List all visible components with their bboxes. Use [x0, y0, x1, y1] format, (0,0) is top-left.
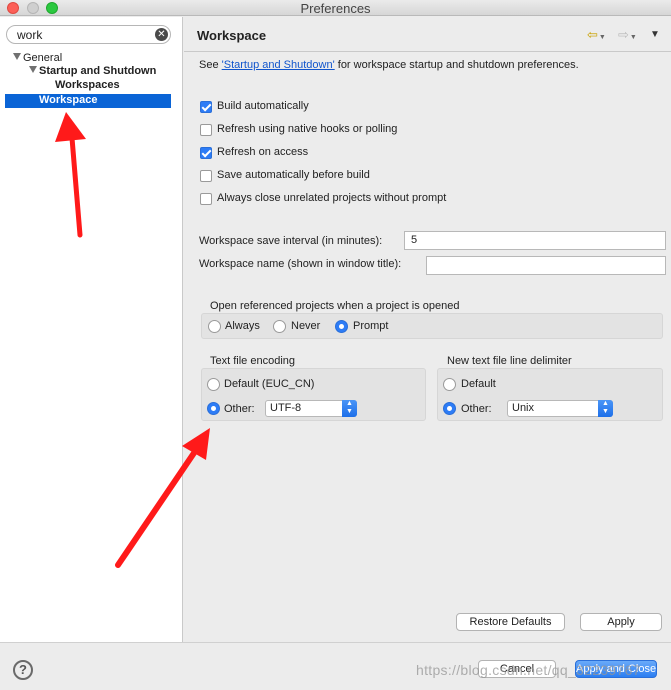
tree-item-label: Workspaces	[55, 79, 120, 91]
chevron-down-icon[interactable]: ▲ ▼	[598, 400, 613, 417]
page-header: Workspace ⇦▼ ⇨▼ ▼	[184, 17, 671, 52]
tree-item-label: Workspace	[39, 94, 98, 106]
refresh-native-hooks-label: Refresh using native hooks or polling	[217, 123, 398, 135]
watermark: https://blog.csdn.net/qq_32239767	[416, 662, 641, 678]
delimiter-default-radio[interactable]	[443, 378, 456, 391]
text-encoding-group: Default (EUC_CN) Other: UTF-8 ▲ ▼	[201, 368, 426, 421]
see-suffix: for workspace startup and shutdown prefe…	[334, 59, 579, 71]
startup-shutdown-link[interactable]: 'Startup and Shutdown'	[222, 59, 335, 71]
see-prefix: See	[199, 59, 222, 71]
refresh-native-hooks-checkbox[interactable]	[200, 124, 212, 136]
workspace-name-label: Workspace name (shown in window title):	[199, 258, 402, 270]
save-before-build-label: Save automatically before build	[217, 169, 370, 181]
encoding-other-label: Other:	[224, 403, 255, 415]
expand-triangle-icon[interactable]	[29, 66, 37, 73]
line-delimiter-group: Default Other: Unix ▲ ▼	[437, 368, 663, 421]
save-before-build-checkbox[interactable]	[200, 170, 212, 182]
tree-item-workspace[interactable]: Workspace	[39, 94, 98, 106]
prompt-radio[interactable]	[335, 320, 348, 333]
encoding-default-label: Default (EUC_CN)	[224, 378, 315, 390]
text-encoding-label: Text file encoding	[210, 355, 295, 367]
delimiter-select[interactable]: Unix ▲ ▼	[507, 400, 613, 417]
delimiter-default-label: Default	[461, 378, 496, 390]
window-title: Preferences	[300, 1, 371, 16]
open-referenced-group: Always Never Prompt	[201, 313, 663, 339]
question-mark-icon[interactable]: ?	[13, 660, 33, 680]
preference-page: Workspace ⇦▼ ⇨▼ ▼ See 'Startup and Shutd…	[184, 17, 671, 642]
delimiter-other-radio[interactable]	[443, 402, 456, 415]
back-arrow-icon[interactable]: ⇦▼	[587, 27, 606, 43]
build-automatically-label: Build automatically	[217, 100, 309, 112]
always-radio[interactable]	[208, 320, 221, 333]
tree-item-startup-and-shutdown[interactable]: Startup and Shutdown	[29, 65, 156, 77]
build-automatically-checkbox[interactable]	[200, 101, 212, 113]
workspace-name-input[interactable]	[426, 256, 666, 275]
delimiter-select-value: Unix	[512, 402, 535, 414]
clear-x-icon[interactable]: ✕	[155, 28, 168, 41]
line-delimiter-label: New text file line delimiter	[447, 355, 572, 367]
open-referenced-label: Open referenced projects when a project …	[210, 300, 460, 312]
close-unrelated-projects-label: Always close unrelated projects without …	[217, 192, 447, 204]
always-label: Always	[225, 320, 260, 332]
page-title: Workspace	[197, 28, 267, 43]
refresh-on-access-label: Refresh on access	[217, 146, 309, 158]
tree-item-general[interactable]: General	[13, 52, 62, 64]
never-label: Never	[291, 320, 321, 332]
tree-item-label: General	[23, 52, 63, 64]
encoding-other-radio[interactable]	[207, 402, 220, 415]
encoding-default-radio[interactable]	[207, 378, 220, 391]
refresh-on-access-checkbox[interactable]	[200, 147, 212, 159]
save-interval-label: Workspace save interval (in minutes):	[199, 235, 383, 247]
encoding-select-value: UTF-8	[270, 402, 302, 414]
apply-button[interactable]: Apply	[580, 613, 662, 631]
close-unrelated-projects-checkbox[interactable]	[200, 193, 212, 205]
encoding-select[interactable]: UTF-8 ▲ ▼	[265, 400, 357, 417]
view-menu-icon[interactable]: ▼	[650, 29, 660, 40]
filter-input[interactable]: work	[6, 25, 171, 44]
startup-shutdown-description: See 'Startup and Shutdown' for workspace…	[199, 59, 579, 71]
expand-triangle-icon[interactable]	[13, 53, 21, 60]
title-bar: Preferences	[0, 0, 671, 16]
restore-defaults-button[interactable]: Restore Defaults	[456, 613, 565, 631]
prompt-label: Prompt	[353, 320, 389, 332]
tree-item-workspaces[interactable]: Workspaces	[55, 79, 120, 91]
chevron-down-icon[interactable]: ▲ ▼	[342, 400, 357, 417]
forward-arrow-icon[interactable]: ⇨▼	[618, 27, 637, 43]
preferences-tree-pane: work ✕ General Startup and Shutdown Work…	[0, 17, 183, 642]
tree-item-label: Startup and Shutdown	[39, 65, 157, 77]
never-radio[interactable]	[273, 320, 286, 333]
delimiter-other-label: Other:	[461, 403, 492, 415]
save-interval-input[interactable]: 5	[404, 231, 666, 250]
